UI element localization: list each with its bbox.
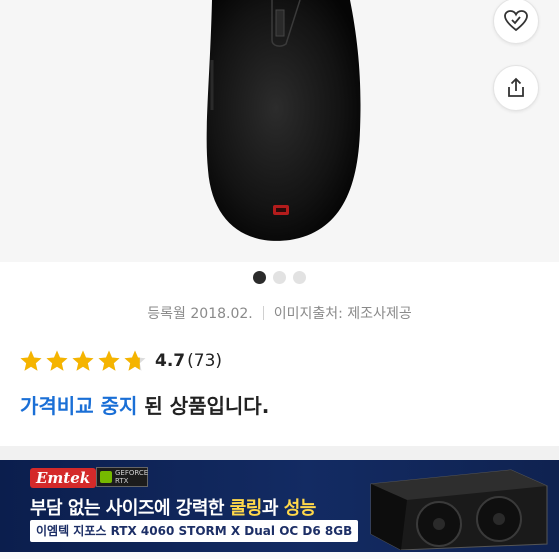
section-divider (0, 446, 559, 460)
wishlist-button[interactable] (493, 0, 539, 44)
star-icon (124, 350, 146, 371)
rating-score: 4.7 (155, 351, 186, 371)
share-icon (508, 77, 524, 97)
carousel-dot-1[interactable] (253, 271, 266, 284)
star-icon (46, 350, 68, 371)
price-comparison-status: 가격비교 중지 된 상품입니다. (20, 390, 269, 419)
nvidia-icon (100, 471, 112, 483)
headline-highlight-performance: 성능 (283, 498, 317, 519)
share-button[interactable] (493, 65, 539, 111)
headline-prefix: 부담 없는 사이즈에 강력한 (30, 498, 230, 519)
product-meta: 등록월 2018.02. 이미지출처: 제조사제공 (0, 303, 559, 323)
carousel-dot-2[interactable] (273, 271, 286, 284)
product-image[interactable] (0, 0, 559, 262)
carousel-indicators (0, 271, 559, 284)
banner-product-name: 이엠텍 지포스 RTX 4060 STORM X Dual OC D6 8GB (30, 520, 359, 542)
headline-highlight-cooling: 쿨링 (229, 498, 263, 519)
geforce-rtx-badge: GEFORCE RTX (96, 467, 148, 487)
zowie-logo (273, 205, 289, 215)
graphics-card-image (370, 469, 548, 550)
star-icon (72, 350, 94, 371)
registered-date: 등록월 2018.02. (147, 306, 253, 322)
review-count[interactable]: (73) (187, 351, 222, 371)
mouse-illustration (206, 0, 361, 241)
headline-mid: 과 (261, 498, 284, 519)
carousel-dot-3[interactable] (293, 271, 306, 284)
status-text: 된 상품입니다. (137, 394, 270, 418)
banner-headline: 부담 없는 사이즈에 강력한 쿨링과 성능 (30, 494, 316, 520)
badge-text: GEFORCE RTX (115, 469, 149, 485)
rating[interactable]: 4.7 (73) (19, 349, 222, 373)
ad-banner[interactable]: Emtek GEFORCE RTX 부담 없는 사이즈에 강력한 쿨링과 성능 … (0, 460, 559, 552)
star-icon (98, 350, 120, 371)
emtek-logo: Emtek (30, 468, 97, 488)
star-icon (20, 350, 42, 371)
status-highlight: 가격비교 중지 (20, 394, 138, 418)
rating-stars (19, 349, 147, 373)
image-source: 이미지출처: 제조사제공 (273, 306, 412, 322)
bottom-strip (0, 552, 559, 559)
meta-divider (262, 306, 264, 320)
heart-check-icon (504, 10, 528, 32)
